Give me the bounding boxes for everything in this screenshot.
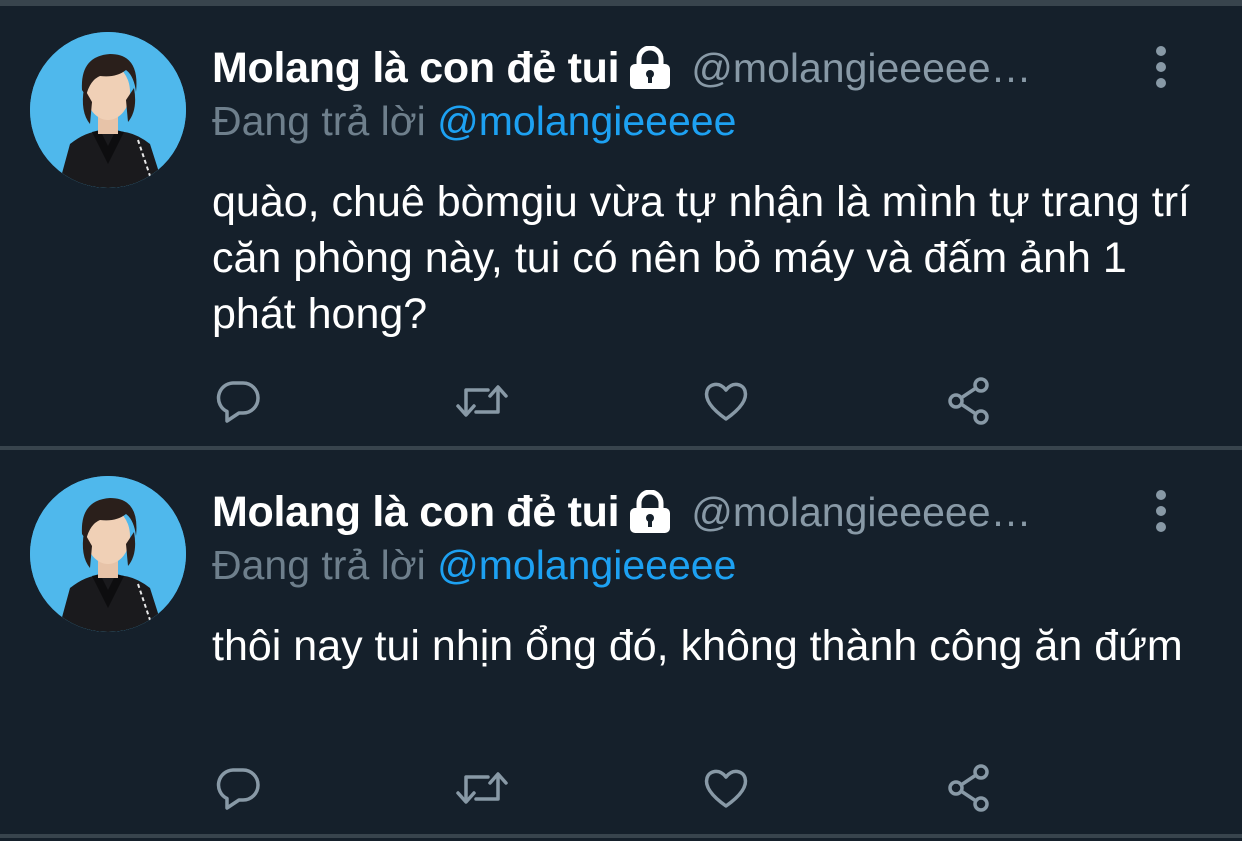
more-options-icon[interactable]: [1148, 44, 1174, 94]
tweet-text: thôi nay tui nhịn ổng đó, không thành cô…: [212, 622, 1183, 670]
lock-icon: [627, 46, 673, 90]
replying-to: Đang trả lời @molangieeeee: [212, 98, 736, 145]
replying-mention-link[interactable]: @molangieeeee: [437, 98, 736, 144]
replying-prefix: Đang trả lời: [212, 98, 426, 144]
author-name[interactable]: Molang là con đẻ tui: [212, 44, 620, 93]
author-handle[interactable]: @molangieeeeeeeeee: [691, 45, 1051, 92]
tweet[interactable]: Molang là con đẻ tui @molangieeeeeeeeee …: [0, 450, 1242, 834]
share-icon[interactable]: [942, 760, 998, 816]
lock-icon: [627, 490, 673, 534]
tweet-header: Molang là con đẻ tui @molangieeeeeeeeee: [212, 40, 1051, 96]
retweet-icon[interactable]: [454, 373, 510, 429]
tweet-text: quào, chuê bòmgiu vừa tự nhận là mình tự…: [212, 178, 1190, 338]
replying-prefix: Đang trả lời: [212, 542, 426, 588]
like-icon[interactable]: [698, 373, 754, 429]
tweet-header: Molang là con đẻ tui @molangieeeeeeeeee: [212, 484, 1051, 540]
avatar[interactable]: [30, 476, 186, 632]
retweet-icon[interactable]: [454, 760, 510, 816]
replying-to: Đang trả lời @molangieeeee: [212, 542, 736, 589]
share-icon[interactable]: [942, 373, 998, 429]
reply-icon[interactable]: [210, 760, 266, 816]
like-icon[interactable]: [698, 760, 754, 816]
tweet-actions: [0, 373, 1242, 429]
author-handle[interactable]: @molangieeeeeeeeee: [691, 489, 1051, 536]
tweet[interactable]: Molang là con đẻ tui @molangieeeeeeeeee …: [0, 6, 1242, 446]
reply-icon[interactable]: [210, 373, 266, 429]
replying-mention-link[interactable]: @molangieeeee: [437, 542, 736, 588]
author-name[interactable]: Molang là con đẻ tui: [212, 488, 620, 537]
tweet-divider: [0, 834, 1242, 838]
more-options-icon[interactable]: [1148, 488, 1174, 538]
avatar[interactable]: [30, 32, 186, 188]
tweet-actions: [0, 760, 1242, 816]
